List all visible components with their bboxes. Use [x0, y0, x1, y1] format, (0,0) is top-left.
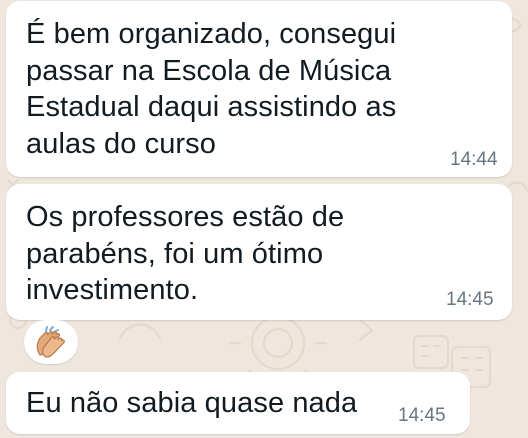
- message-text: É bem organizado, consegui passar na Esc…: [26, 18, 397, 160]
- clapping-hands-icon: [36, 326, 65, 358]
- message-text: Eu não sabia quase nada: [26, 387, 358, 419]
- message-timestamp: 14:44: [450, 149, 498, 170]
- message-timestamp: 14:45: [446, 289, 494, 310]
- message-text: Os professores estão de parabéns, foi um…: [26, 201, 345, 306]
- reaction-badge[interactable]: [24, 320, 78, 364]
- message-timestamp: 14:45: [398, 405, 446, 426]
- message-bubble-3[interactable]: Eu não sabia quase nada 14:45: [6, 372, 470, 434]
- message-bubble-2[interactable]: Os professores estão de parabéns, foi um…: [6, 184, 512, 320]
- message-bubble-1[interactable]: É bem organizado, consegui passar na Esc…: [6, 1, 512, 177]
